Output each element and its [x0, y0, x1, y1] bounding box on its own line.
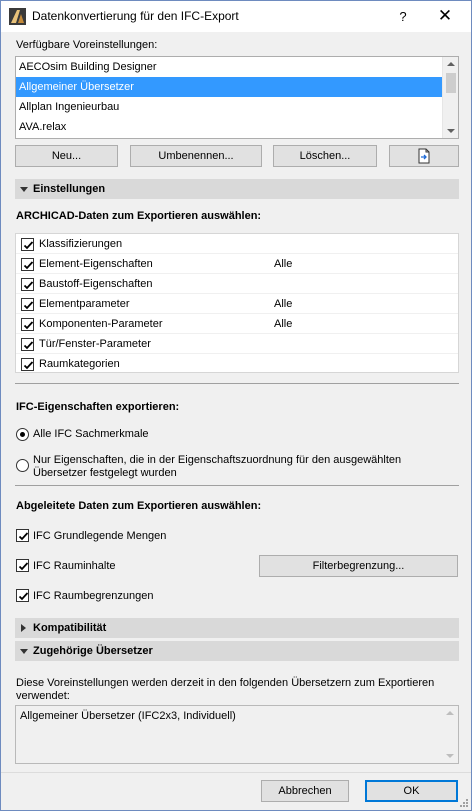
window-title: Datenkonvertierung für den IFC-Export: [32, 9, 239, 23]
checkbox[interactable]: [21, 338, 34, 351]
radio-all-properties-label[interactable]: Alle IFC Sachmerkmale: [33, 428, 149, 440]
archicad-item-label: Element-Eigenschaften: [39, 258, 153, 270]
preset-item-selected[interactable]: Allgemeiner Übersetzer: [16, 77, 443, 97]
radio-all-properties[interactable]: [16, 428, 29, 441]
radio-mapped-properties[interactable]: [16, 459, 29, 472]
ifc-properties-label: IFC-Eigenschaften exportieren:: [16, 401, 180, 413]
scroll-thumb[interactable]: [446, 73, 456, 93]
preset-item[interactable]: AVA.relax: [16, 117, 443, 137]
checkmark-icon: [18, 562, 29, 571]
dialog-window: Datenkonvertierung für den IFC-Export ? …: [0, 0, 472, 811]
translators-section-header[interactable]: Zugehörige Übersetzer: [15, 641, 459, 661]
archicad-data-panel: Klassifizierungen Element-Eigenschaften …: [15, 233, 459, 373]
archicad-item-value: Alle: [274, 298, 293, 310]
preset-item[interactable]: AECOsim Building Designer: [16, 57, 443, 77]
archicad-item-row[interactable]: Element-Eigenschaften Alle: [16, 254, 458, 274]
archicad-item-label: Baustoff-Eigenschaften: [39, 278, 153, 290]
checkbox[interactable]: [21, 278, 34, 291]
checkmark-icon: [23, 361, 34, 370]
checkmark-icon: [23, 261, 34, 270]
help-button[interactable]: ?: [392, 6, 414, 28]
checkmark-icon: [23, 321, 34, 330]
derived-item-label: IFC Raumbegrenzungen: [33, 590, 154, 602]
checkbox-space-volumes[interactable]: [16, 559, 29, 572]
checkbox[interactable]: [21, 298, 34, 311]
radio-mapped-properties-label-line2[interactable]: Übersetzer festgelegt wurden: [33, 467, 177, 479]
delete-button[interactable]: Löschen...: [273, 145, 377, 167]
export-file-button[interactable]: [389, 145, 459, 167]
presets-list[interactable]: AECOsim Building Designer Allgemeiner Üb…: [15, 56, 459, 139]
document-export-icon: [418, 148, 430, 164]
settings-section-header[interactable]: Einstellungen: [15, 179, 459, 199]
presets-scrollbar[interactable]: [442, 57, 458, 138]
scroll-down-icon[interactable]: [446, 754, 454, 758]
archicad-app-icon: [9, 8, 26, 25]
archicad-item-row[interactable]: Baustoff-Eigenschaften: [16, 274, 458, 294]
checkmark-icon: [23, 341, 34, 350]
filter-limit-button[interactable]: Filterbegrenzung...: [259, 555, 458, 577]
translators-list-text: Allgemeiner Übersetzer (IFC2x3, Individu…: [20, 710, 236, 722]
checkbox-space-boundaries[interactable]: [16, 589, 29, 602]
translators-scrollbar[interactable]: [442, 706, 458, 763]
checkbox[interactable]: [21, 318, 34, 331]
translators-list[interactable]: Allgemeiner Übersetzer (IFC2x3, Individu…: [15, 705, 459, 764]
archicad-item-row[interactable]: Komponenten-Parameter Alle: [16, 314, 458, 334]
divider: [15, 383, 459, 384]
archicad-item-label: Tür/Fenster-Parameter: [39, 338, 151, 350]
collapse-icon: [20, 187, 28, 192]
rename-button[interactable]: Umbenennen...: [130, 145, 262, 167]
divider: [15, 485, 459, 486]
checkbox[interactable]: [21, 358, 34, 371]
archicad-item-label: Raumkategorien: [39, 358, 120, 370]
checkmark-icon: [18, 532, 29, 541]
checkmark-icon: [23, 241, 34, 250]
resize-grip-icon[interactable]: [458, 797, 468, 807]
footer-divider: [1, 772, 471, 773]
title-bar: Datenkonvertierung für den IFC-Export ? …: [1, 1, 471, 32]
archicad-item-label: Komponenten-Parameter: [39, 318, 163, 330]
radio-mapped-properties-label-line1[interactable]: Nur Eigenschaften, die in der Eigenschaf…: [33, 454, 401, 466]
archicad-item-label: Klassifizierungen: [39, 238, 123, 250]
archicad-item-value: Alle: [274, 258, 293, 270]
translators-section-title: Zugehörige Übersetzer: [33, 645, 153, 657]
checkbox-basic-quantities[interactable]: [16, 529, 29, 542]
checkmark-icon: [23, 301, 34, 310]
cancel-button[interactable]: Abbrechen: [261, 780, 349, 802]
scroll-down-icon[interactable]: [447, 129, 455, 133]
presets-label: Verfügbare Voreinstellungen:: [16, 39, 158, 51]
translators-description-line1: Diese Voreinstellungen werden derzeit in…: [16, 677, 435, 689]
archicad-item-label: Elementparameter: [39, 298, 130, 310]
compatibility-section-header[interactable]: Kompatibilität: [15, 618, 459, 638]
preset-item[interactable]: Allplan Ingenieurbau: [16, 97, 443, 117]
new-button[interactable]: Neu...: [15, 145, 118, 167]
scroll-up-icon[interactable]: [446, 711, 454, 715]
derived-item-label: IFC Grundlegende Mengen: [33, 530, 167, 542]
collapse-icon: [20, 649, 28, 654]
expand-icon: [21, 624, 26, 632]
archicad-item-value: Alle: [274, 318, 293, 330]
compatibility-section-title: Kompatibilität: [33, 622, 107, 634]
close-button[interactable]: ✕: [433, 6, 457, 28]
checkbox[interactable]: [21, 258, 34, 271]
translators-description-line2: verwendet:: [16, 690, 70, 702]
checkmark-icon: [18, 592, 29, 601]
scroll-up-icon[interactable]: [447, 62, 455, 66]
radio-dot: [20, 432, 25, 437]
settings-section-title: Einstellungen: [33, 183, 106, 195]
ok-button[interactable]: OK: [365, 780, 458, 802]
checkbox[interactable]: [21, 238, 34, 251]
archicad-item-row[interactable]: Klassifizierungen: [16, 234, 458, 254]
derived-item-label: IFC Rauminhalte: [33, 560, 116, 572]
archicad-data-label: ARCHICAD-Daten zum Exportieren auswählen…: [16, 210, 262, 222]
checkmark-icon: [23, 281, 34, 290]
archicad-item-row[interactable]: Elementparameter Alle: [16, 294, 458, 314]
archicad-item-row[interactable]: Tür/Fenster-Parameter: [16, 334, 458, 354]
derived-data-label: Abgeleitete Daten zum Exportieren auswäh…: [16, 500, 262, 512]
archicad-item-row[interactable]: Raumkategorien: [16, 354, 458, 374]
